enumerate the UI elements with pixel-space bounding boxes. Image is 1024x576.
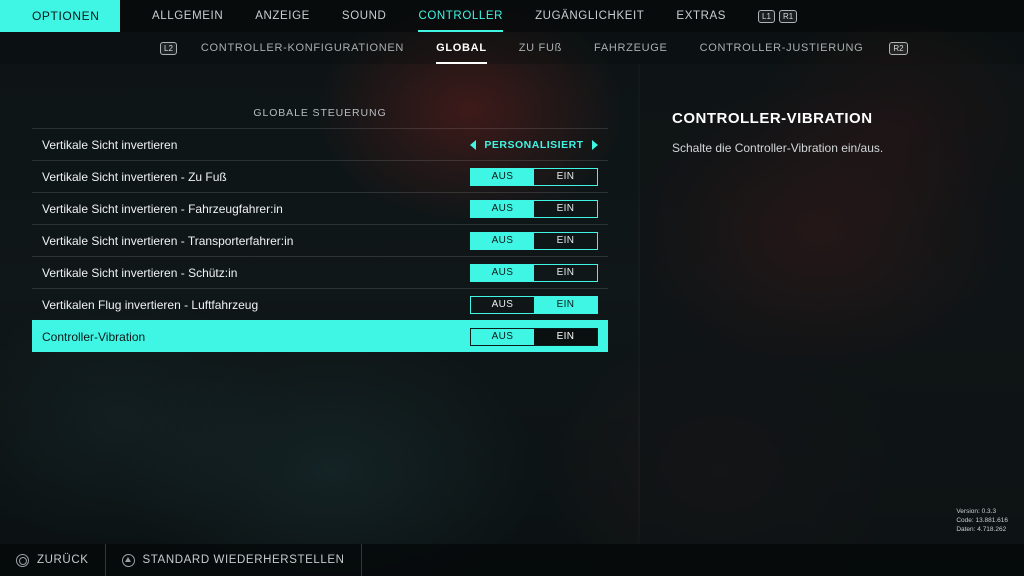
r1-key-hint: R1 xyxy=(778,9,798,23)
version-info: Version: 0.3.3 Code: 13.881.616 Daten: 4… xyxy=(956,507,1008,534)
restore-defaults-label: STANDARD WIEDERHERSTELLEN xyxy=(142,554,345,566)
toggle-option-aus[interactable]: AUS xyxy=(471,232,534,249)
tab-controller[interactable]: CONTROLLER xyxy=(418,0,503,32)
l2-key-hint: L2 xyxy=(160,41,177,55)
subtab-zu-fuss[interactable]: ZU FUß xyxy=(519,32,562,64)
setting-row-invert-air-flight[interactable]: Vertikalen Flug invertieren - Luftfahrze… xyxy=(32,288,608,320)
aus-ein-toggle[interactable]: AUS EIN xyxy=(470,263,598,282)
bottom-action-bar: ZURÜCK STANDARD WIEDERHERSTELLEN xyxy=(0,544,1024,576)
arrow-right-icon[interactable] xyxy=(592,139,598,150)
detail-panel: CONTROLLER-VIBRATION Schalte die Control… xyxy=(640,64,1024,544)
back-label: ZURÜCK xyxy=(37,554,89,566)
setting-row-invert-vertical[interactable]: Vertikale Sicht invertieren PERSONALISIE… xyxy=(32,128,608,160)
setting-row-controller-vibration[interactable]: Controller-Vibration AUS EIN xyxy=(32,320,608,352)
tab-allgemein[interactable]: ALLGEMEIN xyxy=(152,0,223,32)
setting-label: Controller-Vibration xyxy=(42,329,146,344)
toggle-option-aus[interactable]: AUS xyxy=(471,297,534,313)
r2-key-hint: R2 xyxy=(889,41,908,55)
setting-row-invert-on-foot[interactable]: Vertikale Sicht invertieren - Zu Fuß AUS… xyxy=(32,160,608,192)
setting-row-invert-vehicle-driver[interactable]: Vertikale Sicht invertieren - Fahrzeugfa… xyxy=(32,192,608,224)
setting-label: Vertikale Sicht invertieren - Transporte… xyxy=(42,233,294,248)
detail-description: Schalte die Controller-Vibration ein/aus… xyxy=(672,141,884,155)
setting-label: Vertikale Sicht invertieren xyxy=(42,137,178,152)
setting-label: Vertikale Sicht invertieren - Schütz:in xyxy=(42,265,238,280)
option-selector[interactable]: PERSONALISIERT xyxy=(470,139,598,151)
setting-label: Vertikale Sicht invertieren - Fahrzeugfa… xyxy=(42,201,283,216)
aus-ein-toggle[interactable]: AUS EIN xyxy=(470,327,598,346)
arrow-left-icon[interactable] xyxy=(470,139,476,150)
options-tab[interactable]: OPTIONEN xyxy=(0,0,120,32)
selector-value: PERSONALISIERT xyxy=(484,138,584,151)
toggle-option-ein[interactable]: EIN xyxy=(534,265,597,281)
aus-ein-toggle[interactable]: AUS EIN xyxy=(470,295,598,314)
top-navigation: OPTIONEN ALLGEMEIN ANZEIGE SOUND CONTROL… xyxy=(0,0,1024,32)
setting-label: Vertikale Sicht invertieren - Zu Fuß xyxy=(42,169,227,184)
main-tabs: ALLGEMEIN ANZEIGE SOUND CONTROLLER ZUGÄN… xyxy=(152,0,801,32)
aus-ein-toggle[interactable]: AUS EIN xyxy=(470,199,598,218)
tab-sound[interactable]: SOUND xyxy=(342,0,387,32)
subtab-controller-konfigurationen[interactable]: CONTROLLER-KONFIGURATIONEN xyxy=(201,32,404,64)
subtab-controller-justierung[interactable]: CONTROLLER-JUSTIERUNG xyxy=(700,32,864,64)
toggle-option-ein[interactable]: EIN xyxy=(534,296,597,313)
restore-defaults-button[interactable]: STANDARD WIEDERHERSTELLEN xyxy=(106,544,362,576)
version-text: Version: 0.3.3 xyxy=(956,508,997,515)
subtab-global[interactable]: GLOBAL xyxy=(436,32,487,64)
toggle-option-ein[interactable]: EIN xyxy=(534,233,597,249)
circle-button-icon xyxy=(16,553,29,567)
triangle-button-icon xyxy=(121,553,135,567)
toggle-option-aus[interactable]: AUS xyxy=(471,168,534,185)
sub-navigation: L2 CONTROLLER-KONFIGURATIONEN GLOBAL ZU … xyxy=(0,32,1024,64)
tab-extras[interactable]: EXTRAS xyxy=(676,0,726,32)
tab-zugaenglichkeit[interactable]: ZUGÄNGLICHKEIT xyxy=(535,0,644,32)
aus-ein-toggle[interactable]: AUS EIN xyxy=(470,231,598,250)
data-text: Daten: 4.718.262 xyxy=(956,526,1007,533)
back-button[interactable]: ZURÜCK xyxy=(0,544,106,576)
subtab-fahrzeuge[interactable]: FAHRZEUGE xyxy=(594,32,668,64)
code-text: Code: 13.881.616 xyxy=(956,517,1008,524)
toggle-option-ein[interactable]: EIN xyxy=(534,169,597,185)
l1-key-hint: L1 xyxy=(758,9,775,23)
toggle-option-aus[interactable]: AUS xyxy=(471,328,534,345)
toggle-option-ein[interactable]: EIN xyxy=(534,328,597,345)
tab-anzeige[interactable]: ANZEIGE xyxy=(255,0,310,32)
setting-label: Vertikalen Flug invertieren - Luftfahrze… xyxy=(42,297,259,312)
setting-row-invert-gunner[interactable]: Vertikale Sicht invertieren - Schütz:in … xyxy=(32,256,608,288)
toggle-option-aus[interactable]: AUS xyxy=(471,200,534,217)
detail-title: CONTROLLER-VIBRATION xyxy=(672,110,873,127)
toggle-option-ein[interactable]: EIN xyxy=(534,201,597,217)
section-title: GLOBALE STEUERUNG xyxy=(253,107,387,119)
settings-list: Vertikale Sicht invertieren PERSONALISIE… xyxy=(32,128,608,352)
aus-ein-toggle[interactable]: AUS EIN xyxy=(470,167,598,186)
toggle-option-aus[interactable]: AUS xyxy=(471,264,534,281)
setting-row-invert-transport-driver[interactable]: Vertikale Sicht invertieren - Transporte… xyxy=(32,224,608,256)
